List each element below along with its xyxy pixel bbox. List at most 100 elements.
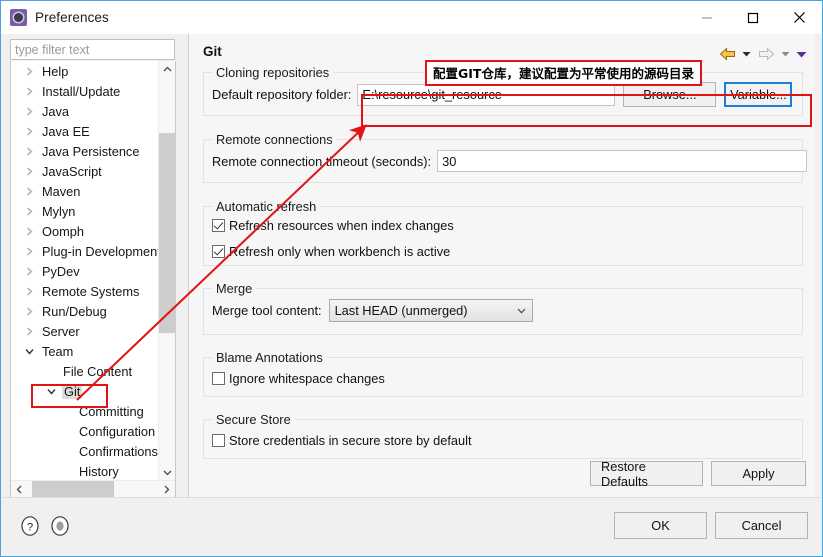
remote-timeout-input[interactable]: 30 [437,150,808,172]
sidebar-item-maven[interactable]: Maven [11,181,159,201]
sidebar-item-confirmations-a[interactable]: Confirmations a [11,441,159,461]
sidebar-item-configuration[interactable]: Configuration [11,421,159,441]
tree-horizontal-scrollbar[interactable] [11,480,175,498]
restore-defaults-button[interactable]: Restore Defaults [590,459,703,489]
merge-tool-content-select[interactable]: Last HEAD (unmerged) [328,299,533,322]
search-input-placeholder: type filter text [15,42,90,57]
checkbox-refresh-resources-label: Refresh resources when index changes [229,218,454,233]
chevron-right-icon[interactable] [25,166,40,176]
sidebar-item-team[interactable]: Team [11,341,159,361]
title-bar: Preferences [1,1,822,34]
remote-timeout-label: Remote connection timeout (seconds): [212,153,432,169]
sidebar-item-label: Java EE [42,123,90,139]
sidebar-item-label: Run/Debug [42,303,107,319]
close-icon[interactable] [776,1,822,34]
chevron-right-icon[interactable] [25,106,40,116]
search-input[interactable]: type filter text [10,39,175,60]
minimize-icon[interactable] [684,1,730,34]
cancel-button[interactable]: Cancel [715,512,808,539]
checkbox-store-credentials-label: Store credentials in secure store by def… [229,433,472,448]
sidebar-item-install-update[interactable]: Install/Update [11,81,159,101]
sidebar-item-label: Server [42,323,80,339]
default-repository-folder-value: E:\resource\git_resource [362,87,502,102]
sidebar-item-java-persistence[interactable]: Java Persistence [11,141,159,161]
preferences-tree[interactable]: Help Install/Update Java Java EE Java Persis… [10,61,176,498]
back-arrow-icon[interactable] [716,44,738,64]
preferences-dialog: Preferences type filter text Help Install… [0,0,823,557]
sidebar-item-label: Remote Systems [42,283,140,299]
group-secure-store: Secure Store Store credentials in secure… [203,412,803,459]
chevron-right-icon[interactable] [25,206,40,216]
preferences-gear-icon [10,9,27,26]
chevron-right-icon[interactable] [25,286,40,296]
chevron-right-icon[interactable] [25,326,40,336]
help-question-icon[interactable]: ? [19,515,41,537]
sidebar-item-server[interactable]: Server [11,321,159,341]
sidebar-item-pydev[interactable]: PyDev [11,261,159,281]
oomph-record-icon[interactable] [49,515,71,537]
scroll-down-icon[interactable] [159,464,176,481]
sidebar-item-mylyn[interactable]: Mylyn [11,201,159,221]
sidebar-item-git[interactable]: Git [11,381,159,401]
checkbox-store-credentials-in-secure-store[interactable]: Store credentials in secure store by def… [212,431,472,450]
sidebar-item-history[interactable]: History [11,461,159,481]
sidebar-item-run-debug[interactable]: Run/Debug [11,301,159,321]
sidebar-item-oomph[interactable]: Oomph [11,221,159,241]
sidebar-item-label: Help [42,63,69,79]
checkbox-refresh-resources-when-index-changes[interactable]: Refresh resources when index changes [212,216,454,235]
group-refresh-legend: Automatic refresh [212,199,321,214]
sidebar-item-label: History [79,463,119,479]
sidebar-item-label: Git [62,383,83,399]
chevron-right-icon[interactable] [25,66,40,76]
checkbox-ignore-whitespace-changes[interactable]: Ignore whitespace changes [212,369,385,388]
group-merge-legend: Merge [212,281,257,296]
chevron-right-icon[interactable] [25,186,40,196]
chevron-right-icon[interactable] [25,86,40,96]
window-title: Preferences [35,10,109,25]
default-repository-folder-label: Default repository folder: [212,87,352,102]
chevron-right-icon[interactable] [25,246,40,256]
default-repository-folder-input[interactable]: E:\resource\git_resource [357,83,616,106]
variable-button[interactable]: Variable... [724,82,793,107]
scroll-right-icon[interactable] [158,481,175,498]
sidebar-item-plug-in-development[interactable]: Plug-in Development [11,241,159,261]
group-blame-annotations: Blame Annotations Ignore whitespace chan… [203,350,803,397]
chevron-right-icon[interactable] [25,306,40,316]
apply-button[interactable]: Apply [711,461,806,486]
checkbox-refresh-only-label: Refresh only when workbench is active [229,244,451,259]
sidebar-item-help[interactable]: Help [11,61,159,81]
tree-vertical-scrollbar-thumb[interactable] [159,133,176,333]
tree-horizontal-scrollbar-thumb[interactable] [32,481,114,498]
remote-timeout-value: 30 [442,153,457,169]
checkbox-unchecked-icon [212,434,225,447]
preference-page-git: Git Cloning repositories Default reposit… [188,34,815,498]
chevron-down-icon[interactable] [25,347,40,356]
tree-vertical-scrollbar[interactable] [158,61,176,481]
scroll-up-icon[interactable] [159,61,176,78]
maximize-icon[interactable] [730,1,776,34]
back-menu-chevron-down-icon[interactable] [739,44,754,64]
chevron-right-icon[interactable] [25,126,40,136]
checkbox-ignore-whitespace-label: Ignore whitespace changes [229,371,385,386]
sidebar-item-javascript[interactable]: JavaScript [11,161,159,181]
sidebar-item-java[interactable]: Java [11,101,159,121]
chevron-right-icon[interactable] [25,146,40,156]
sidebar-item-remote-systems[interactable]: Remote Systems [11,281,159,301]
checkbox-checked-icon [212,219,225,232]
checkbox-unchecked-icon [212,372,225,385]
group-blame-legend: Blame Annotations [212,350,327,365]
chevron-down-icon[interactable] [47,387,62,396]
preferences-tree-list[interactable]: Help Install/Update Java Java EE Java Persis… [11,61,159,481]
checkbox-refresh-only-when-workbench-active[interactable]: Refresh only when workbench is active [212,242,454,261]
scroll-left-icon[interactable] [11,481,28,498]
chevron-down-icon [512,308,532,314]
sidebar-item-file-content[interactable]: File Content [11,361,159,381]
group-cloning-legend: Cloning repositories [212,65,334,80]
ok-button[interactable]: OK [614,512,707,539]
checkbox-checked-icon [212,245,225,258]
sidebar-item-committing[interactable]: Committing [11,401,159,421]
chevron-right-icon[interactable] [25,266,40,276]
sidebar-item-java-ee[interactable]: Java EE [11,121,159,141]
view-menu-chevron-icon[interactable] [794,44,809,64]
chevron-right-icon[interactable] [25,226,40,236]
